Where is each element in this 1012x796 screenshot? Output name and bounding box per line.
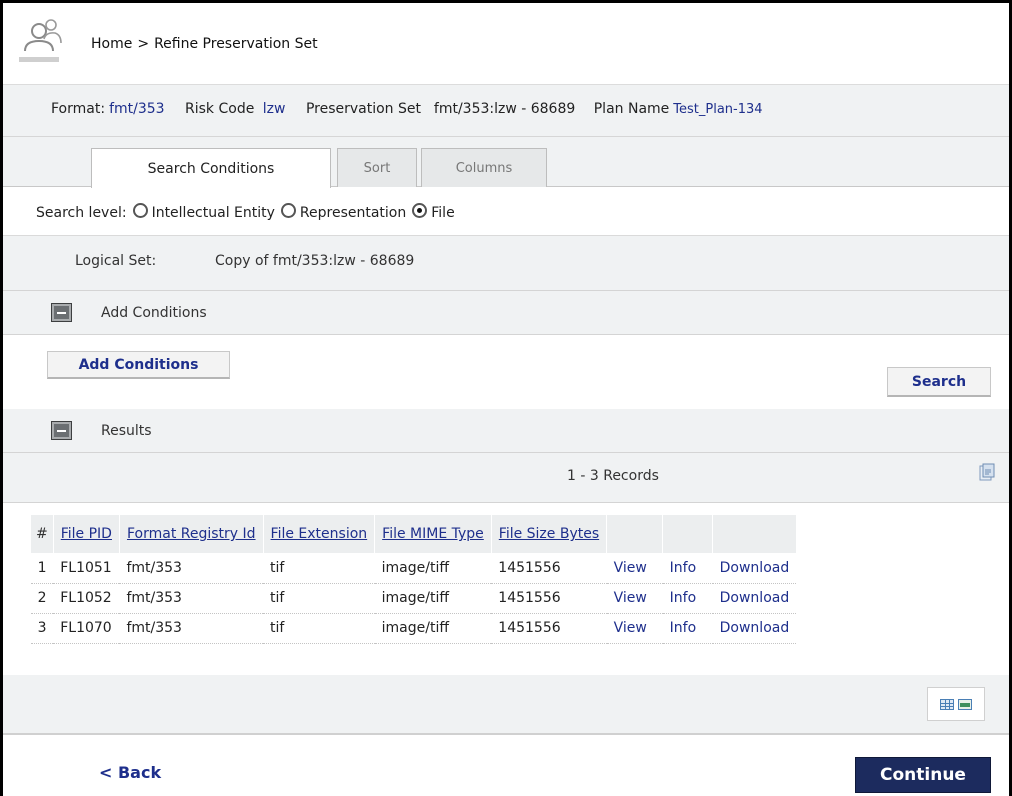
cell-file-size: 1451556 [491, 583, 607, 614]
breadcrumb-separator: > [137, 36, 150, 52]
action-bar: < Back Continue [3, 737, 1009, 796]
risk-code-label: Risk Code [185, 101, 255, 117]
collapse-icon[interactable] [51, 421, 72, 440]
search-level-label: Search level: [36, 205, 127, 221]
table-header-row: # File PID Format Registry Id File Exten… [31, 515, 797, 553]
radio-label-file: File [431, 205, 455, 221]
table-row: 3 FL1070 fmt/353 tif image/tiff 1451556 … [31, 613, 797, 644]
radio-file[interactable] [412, 202, 428, 218]
conditions-area: Add Conditions Search [3, 335, 1009, 409]
records-bar: 1 - 3 Records [3, 453, 1009, 503]
cell-format-registry-id: fmt/353 [119, 583, 264, 614]
view-link[interactable]: View [606, 583, 663, 614]
cell-file-mime-type: image/tiff [374, 613, 492, 644]
cell-file-extension: tif [263, 553, 375, 584]
col-header-file-mime-type[interactable]: File MIME Type [374, 515, 492, 553]
radio-label-representation: Representation [299, 205, 407, 221]
logical-set-row: Logical Set: Copy of fmt/353:lzw - 68689 [3, 235, 1009, 291]
info-link[interactable]: Info [662, 553, 713, 584]
list-view-icon[interactable] [958, 698, 972, 710]
results-table: # File PID Format Registry Id File Exten… [31, 515, 797, 644]
table-footer [3, 675, 1009, 735]
grid-view-icon[interactable] [940, 698, 954, 710]
breadcrumb-current: Refine Preservation Set [154, 36, 318, 52]
records-count: 1 - 3 Records [567, 468, 659, 484]
row-number: 3 [31, 613, 54, 644]
radio-representation[interactable] [280, 202, 296, 218]
col-header-file-extension[interactable]: File Extension [263, 515, 376, 553]
collapse-icon[interactable] [51, 303, 72, 322]
col-header-file-extension-label[interactable]: File Extension [271, 526, 368, 542]
cell-file-size: 1451556 [491, 613, 607, 644]
cell-file-mime-type: image/tiff [374, 553, 492, 584]
table-row: 2 FL1052 fmt/353 tif image/tiff 1451556 … [31, 583, 797, 614]
col-header-file-mime-type-label[interactable]: File MIME Type [382, 526, 484, 542]
col-header-file-size-bytes[interactable]: File Size Bytes [491, 515, 608, 553]
col-header-number: # [31, 515, 54, 553]
breadcrumb: Home > Refine Preservation Set [91, 36, 318, 52]
table-row: 1 FL1051 fmt/353 tif image/tiff 1451556 … [31, 553, 797, 584]
preservation-set-label: Preservation Set [305, 101, 421, 117]
radio-label-intellectual-entity: Intellectual Entity [151, 205, 275, 221]
col-header-view [606, 515, 664, 553]
search-button[interactable]: Search [887, 367, 991, 397]
back-link[interactable]: < Back [99, 763, 161, 782]
col-header-format-registry-id[interactable]: Format Registry Id [119, 515, 264, 553]
tab-strip: Search Conditions Sort Columns [3, 137, 1009, 188]
info-link[interactable]: Info [662, 613, 713, 644]
tab-search-conditions[interactable]: Search Conditions [91, 148, 331, 188]
col-header-file-pid[interactable]: File PID [53, 515, 120, 553]
plan-info-bar: Format: fmt/353 Risk Code lzw Preservatio… [3, 85, 1009, 137]
download-link[interactable]: Download [712, 613, 797, 644]
radio-intellectual-entity[interactable] [132, 202, 148, 218]
cell-file-mime-type: image/tiff [374, 583, 492, 614]
cell-file-extension: tif [263, 613, 375, 644]
add-conditions-button[interactable]: Add Conditions [47, 351, 230, 379]
col-header-info [662, 515, 714, 553]
cell-format-registry-id: fmt/353 [119, 553, 264, 584]
view-link[interactable]: View [606, 553, 663, 584]
col-header-format-registry-id-label[interactable]: Format Registry Id [127, 526, 256, 542]
cell-file-size: 1451556 [491, 553, 607, 584]
cell-file-pid: FL1052 [53, 583, 120, 614]
tab-sort[interactable]: Sort [337, 148, 417, 187]
view-switcher [927, 687, 985, 721]
col-header-file-pid-label[interactable]: File PID [61, 526, 112, 542]
cell-format-registry-id: fmt/353 [119, 613, 264, 644]
breadcrumb-home[interactable]: Home [91, 36, 132, 52]
cell-file-extension: tif [263, 583, 375, 614]
view-link[interactable]: View [606, 613, 663, 644]
info-link[interactable]: Info [662, 583, 713, 614]
export-icon[interactable] [979, 463, 995, 481]
download-link[interactable]: Download [712, 583, 797, 614]
preservation-set-value: fmt/353:lzw - 68689 [433, 101, 576, 117]
row-number: 2 [31, 583, 54, 614]
continue-button[interactable]: Continue [855, 757, 991, 793]
format-value[interactable]: fmt/353 [109, 101, 165, 117]
download-link[interactable]: Download [712, 553, 797, 584]
app-frame: Home > Refine Preservation Set Format: fmt/… [0, 0, 1012, 796]
cell-file-pid: FL1051 [53, 553, 120, 584]
add-conditions-section-title: Add Conditions [101, 305, 207, 321]
add-conditions-section-header: Add Conditions [3, 291, 1009, 335]
results-section-title: Results [101, 423, 152, 439]
header-bar: Home > Refine Preservation Set [3, 3, 1009, 85]
logical-set-value: Copy of fmt/353:lzw - 68689 [215, 253, 415, 269]
format-label: Format: [51, 101, 106, 117]
plan-name-value[interactable]: Test_Plan-134 [673, 102, 762, 117]
tab-columns[interactable]: Columns [421, 148, 547, 187]
cell-file-pid: FL1070 [53, 613, 120, 644]
risk-code-value[interactable]: lzw [263, 101, 286, 117]
search-level-row: Search level: Intellectual Entity Repres… [3, 187, 1009, 235]
col-header-file-size-bytes-label[interactable]: File Size Bytes [499, 526, 599, 542]
logical-set-label: Logical Set: [75, 253, 157, 269]
results-section-header: Results [3, 409, 1009, 453]
plan-name-label: Plan Name [593, 101, 670, 117]
col-header-download [712, 515, 797, 553]
row-number: 1 [31, 553, 54, 584]
users-icon [19, 19, 62, 62]
